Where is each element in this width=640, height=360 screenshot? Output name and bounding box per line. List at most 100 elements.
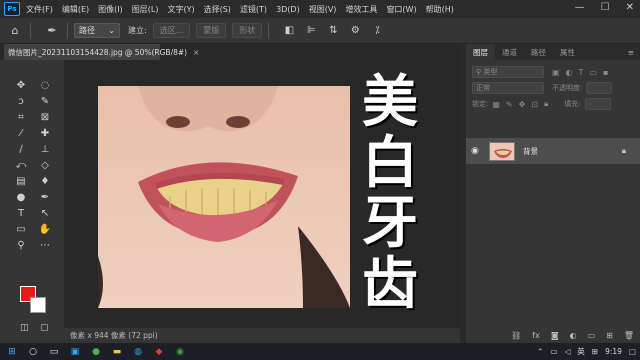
chevron-up-icon[interactable]: ⌃ (537, 347, 543, 356)
clone-stamp-tool-icon[interactable]: ⊥ (35, 142, 55, 156)
link-layers-icon[interactable]: ⛓ (511, 331, 521, 340)
menu-image[interactable]: 图像(I) (98, 4, 123, 15)
windows-start-icon[interactable]: ⊞ (3, 345, 21, 359)
auto-add-delete-icon[interactable]: ⁒ (369, 23, 385, 39)
lock-artboard-icon[interactable]: ⊡ (531, 100, 538, 109)
new-layer-icon[interactable]: ⊞ (606, 331, 613, 340)
pixel-filter-icon[interactable]: ▣ (552, 68, 560, 77)
chrome-icon[interactable]: ◉ (171, 345, 189, 359)
type-filter-icon[interactable]: T (579, 68, 584, 77)
edge-icon[interactable]: ◍ (129, 345, 147, 359)
path-alignment-icon[interactable]: ⊫ (303, 23, 319, 39)
blend-mode-select[interactable]: 正常 (472, 82, 544, 94)
input-method-icon[interactable]: ⊞ (592, 347, 598, 356)
layer-style-icon[interactable]: fx (532, 331, 540, 340)
fill-input[interactable] (584, 98, 611, 110)
menu-type[interactable]: 文字(Y) (167, 4, 194, 15)
menu-window[interactable]: 窗口(W) (386, 4, 416, 15)
home-icon[interactable]: ⌂ (6, 23, 24, 39)
search-icon[interactable]: ○ (24, 345, 42, 359)
opacity-input[interactable] (586, 82, 613, 94)
delete-layer-icon[interactable]: 🗑︎ (624, 331, 634, 340)
network-icon[interactable]: ▭ (550, 347, 557, 356)
pen-tool-icon[interactable]: ✒ (35, 190, 55, 204)
close-button[interactable]: ✕ (626, 2, 634, 13)
mask-button[interactable]: 蒙版 (196, 23, 227, 38)
photoshop-taskbar-icon[interactable]: ▣ (66, 345, 84, 359)
menu-layer[interactable]: 图层(L) (132, 4, 159, 15)
history-brush-tool-icon[interactable]: ⤺ (11, 158, 31, 172)
eye-icon[interactable]: ◉ (471, 146, 485, 156)
clock[interactable]: 9:19 (605, 347, 622, 356)
add-mask-icon[interactable]: ◙ (551, 331, 559, 340)
rectangle-tool-icon[interactable]: ▭ (11, 222, 31, 236)
pen-tool-preset-icon[interactable]: ✒ (43, 23, 61, 39)
path-selection-tool-icon[interactable]: ↖ (35, 206, 55, 220)
eraser-tool-icon[interactable]: ◇ (35, 158, 55, 172)
menu-3d[interactable]: 3D(D) (276, 5, 300, 14)
menu-select[interactable]: 选择(S) (204, 4, 231, 15)
brush-tool-icon[interactable]: ∕ (11, 142, 31, 156)
spot-healing-tool-icon[interactable]: ✚ (35, 126, 55, 140)
more-tools-icon[interactable]: ⋯ (35, 238, 55, 252)
lock-all-icon[interactable]: 🔒︎ (544, 99, 548, 109)
menu-help[interactable]: 帮助(H) (426, 4, 454, 15)
tab-channels[interactable]: 通道 (495, 44, 524, 60)
app-icon[interactable]: ◆ (150, 345, 168, 359)
eyedropper-tool-icon[interactable]: ⁄ (11, 126, 31, 140)
menu-plugins[interactable]: 增效工具 (345, 4, 377, 15)
lock-transparent-icon[interactable]: ▦ (492, 100, 500, 109)
tab-properties[interactable]: 属性 (553, 44, 582, 60)
move-tool-icon[interactable]: ✥ (11, 78, 31, 92)
ime-indicator[interactable]: 英 (577, 346, 585, 357)
smart-object-filter-icon[interactable]: ▪ (603, 68, 608, 77)
menu-edit[interactable]: 编辑(E) (62, 4, 89, 15)
screen-mode-icon[interactable]: ▢ (40, 323, 56, 335)
maximize-button[interactable]: ☐ (601, 2, 610, 13)
tab-layers[interactable]: 图层 (466, 44, 495, 60)
menu-view[interactable]: 视图(V) (309, 4, 337, 15)
selection-button[interactable]: 选区... (152, 23, 191, 38)
frame-tool-icon[interactable]: ⊠ (35, 110, 55, 124)
menu-filter[interactable]: 滤镜(T) (240, 4, 267, 15)
path-arrangement-icon[interactable]: ⇅ (325, 23, 341, 39)
volume-icon[interactable]: ◁ (564, 347, 570, 356)
layer-row-background[interactable]: ◉ 背景 🔒︎ (466, 138, 640, 164)
path-operations-icon[interactable]: ◧ (281, 23, 297, 39)
lock-image-icon[interactable]: ✎ (506, 100, 513, 109)
fill-label: 填充: (564, 100, 581, 108)
menu-file[interactable]: 文件(F) (26, 4, 53, 15)
background-color-swatch[interactable] (30, 297, 46, 313)
lasso-tool-icon[interactable]: ↄ (11, 94, 31, 108)
adjustment-filter-icon[interactable]: ◐ (566, 68, 573, 77)
hand-tool-icon[interactable]: ✋ (35, 222, 55, 236)
canvas-photo[interactable] (98, 86, 350, 308)
shape-button[interactable]: 形状 (232, 23, 263, 38)
type-tool-icon[interactable]: T (11, 206, 31, 220)
quick-mask-icon[interactable]: ◫ (20, 323, 36, 335)
tool-mode-select[interactable]: 路径 ⌄ (74, 23, 120, 38)
tab-paths[interactable]: 路径 (524, 44, 553, 60)
layer-kind-filter[interactable]: ⚲ 类型 (472, 66, 544, 78)
blur-tool-icon[interactable]: ♦ (35, 174, 55, 188)
shape-filter-icon[interactable]: ▭ (589, 68, 597, 77)
zoom-tool-icon[interactable]: ⚲ (11, 238, 31, 252)
adjustment-layer-icon[interactable]: ◐ (570, 331, 577, 340)
dodge-tool-icon[interactable]: ● (11, 190, 31, 204)
new-group-icon[interactable]: ▭ (588, 331, 596, 340)
notification-icon[interactable]: ▢ (629, 347, 636, 356)
task-view-icon[interactable]: ▭ (45, 345, 63, 359)
quick-selection-tool-icon[interactable]: ✎ (35, 94, 55, 108)
overlay-title: 美 白 牙 齿 (358, 74, 422, 314)
document-tab[interactable]: 微信图片_20231103154428.jpg @ 50%(RGB/8#) × (4, 44, 199, 60)
lock-position-icon[interactable]: ✥ (519, 100, 526, 109)
wechat-icon[interactable]: ● (87, 345, 105, 359)
minimize-button[interactable]: — (575, 2, 585, 13)
marquee-tool-icon[interactable]: ◌ (35, 78, 55, 92)
gear-icon[interactable]: ⚙ (347, 23, 363, 39)
file-explorer-icon[interactable]: ▬ (108, 345, 126, 359)
crop-tool-icon[interactable]: ⌗ (11, 110, 31, 124)
gradient-tool-icon[interactable]: ▤ (11, 174, 31, 188)
panel-menu-icon[interactable]: ≡ (628, 48, 634, 57)
close-tab-icon[interactable]: × (193, 48, 199, 57)
